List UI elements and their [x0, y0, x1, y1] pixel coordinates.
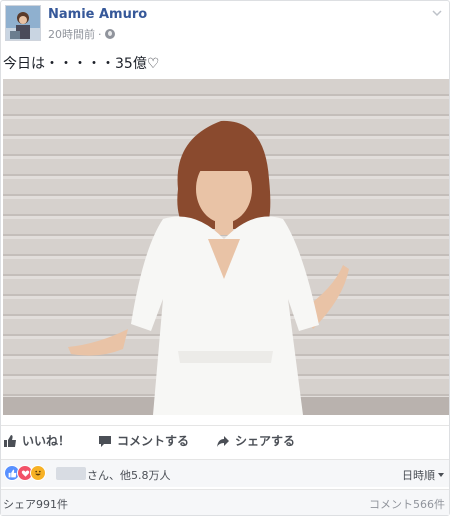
sort-dropdown[interactable]: 日時順 [402, 467, 445, 483]
meta-separator: · [98, 27, 102, 41]
reactions-bar: さん、他5.8万人 日時順 [1, 459, 449, 487]
post-actions: いいね！ コメントする シェアする [1, 425, 449, 453]
facebook-post-card: Namie Amuro 20時間前 · 今日は・・・・・35億♡ いいね！ コメ… [0, 0, 450, 516]
like-label: いいね！ [22, 434, 71, 448]
globe-icon [104, 29, 115, 39]
share-icon [217, 435, 229, 447]
sort-label: 日時順 [402, 469, 435, 482]
post-photo[interactable] [3, 79, 449, 415]
comment-icon [99, 435, 111, 447]
reaction-summary[interactable]: さん、他5.8万人 [87, 467, 171, 483]
chevron-down-icon[interactable] [431, 7, 443, 19]
comment-label: コメントする [117, 434, 190, 448]
haha-reaction-icon [30, 465, 46, 481]
thumbs-up-icon [4, 434, 16, 447]
share-label: シェアする [235, 434, 296, 448]
like-button[interactable]: いいね！ [3, 432, 70, 449]
share-count[interactable]: シェア991件 [3, 496, 68, 512]
post-text: 今日は・・・・・35億♡ [3, 56, 160, 72]
comment-count[interactable]: コメント566件 [369, 496, 445, 512]
post-meta: 20時間前 · [48, 26, 115, 42]
share-button[interactable]: シェアする [216, 432, 295, 449]
blurred-friend-name [56, 467, 86, 480]
comment-button[interactable]: コメントする [98, 432, 189, 449]
caret-down-icon [438, 473, 444, 477]
post-header: Namie Amuro 20時間前 · [1, 1, 449, 47]
reaction-icons[interactable] [4, 465, 46, 481]
post-footer: シェア991件 コメント566件 [1, 489, 449, 515]
post-timestamp[interactable]: 20時間前 [48, 26, 95, 42]
author-name[interactable]: Namie Amuro [48, 7, 147, 22]
author-avatar[interactable] [5, 5, 41, 41]
